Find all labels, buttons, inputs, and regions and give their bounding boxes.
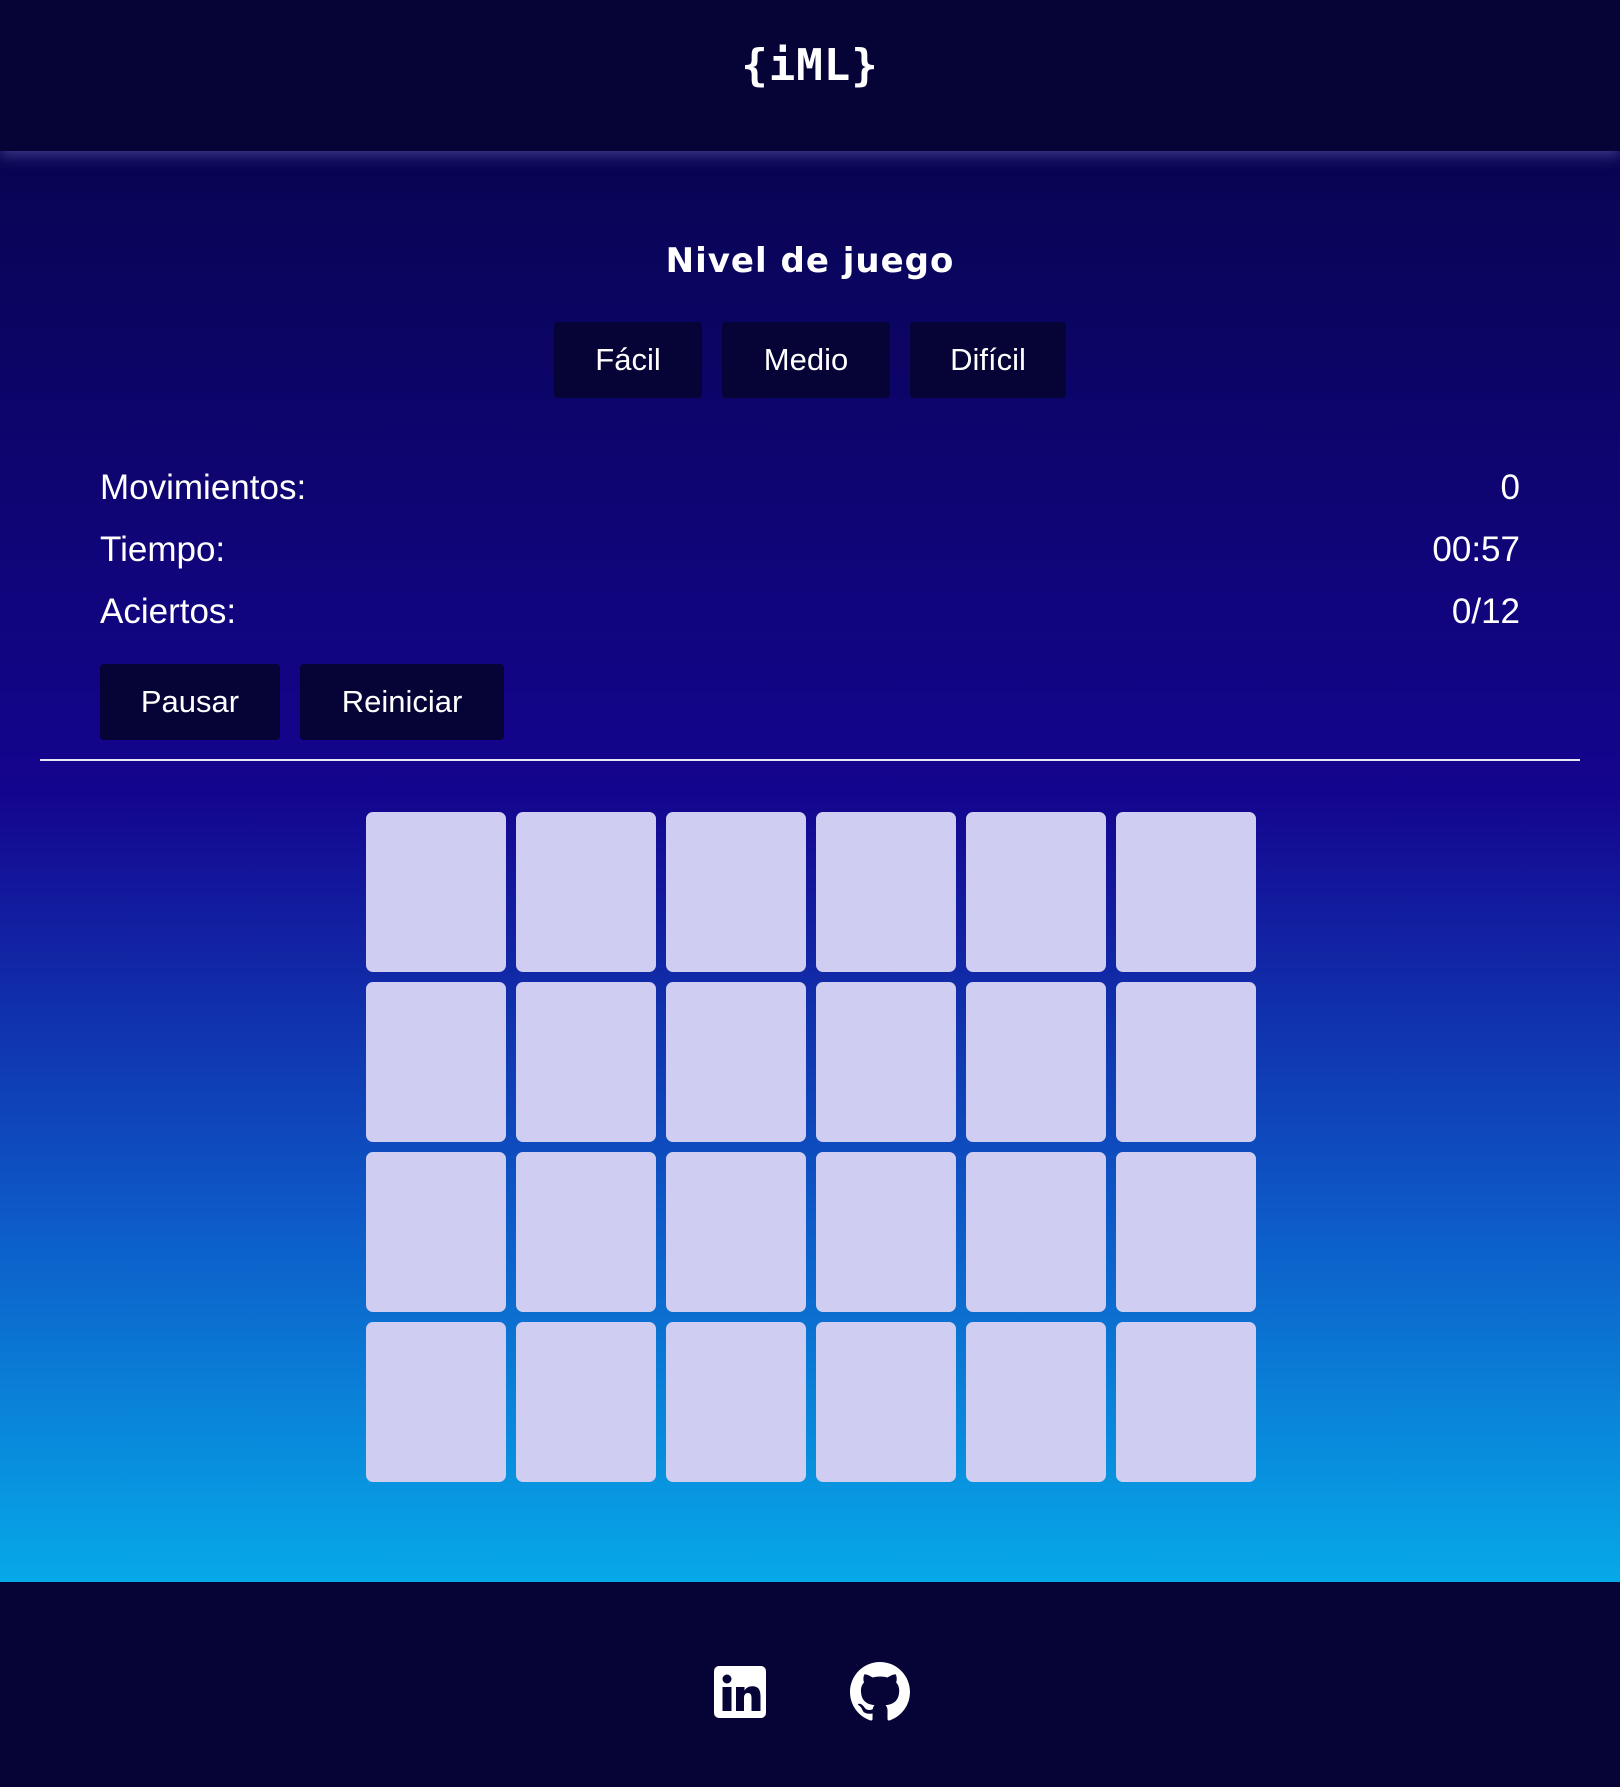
- memory-card[interactable]: [366, 982, 506, 1142]
- site-logo[interactable]: {iML}: [0, 40, 1620, 91]
- github-icon: [850, 1662, 910, 1721]
- restart-button[interactable]: Reiniciar: [300, 664, 504, 740]
- memory-card[interactable]: [816, 1152, 956, 1312]
- site-footer: [0, 1582, 1620, 1787]
- memory-card[interactable]: [816, 812, 956, 972]
- memory-card[interactable]: [516, 982, 656, 1142]
- divider: [40, 759, 1580, 761]
- memory-card[interactable]: [1116, 1322, 1256, 1482]
- memory-card[interactable]: [516, 812, 656, 972]
- moves-value: 0: [1500, 468, 1520, 507]
- card-board: [366, 812, 1256, 1482]
- time-value: 00:57: [1432, 530, 1520, 569]
- site-header: {iML}: [0, 0, 1620, 151]
- memory-card[interactable]: [816, 982, 956, 1142]
- memory-card[interactable]: [816, 1322, 956, 1482]
- hits-label: Aciertos:: [100, 592, 237, 631]
- memory-card[interactable]: [366, 1322, 506, 1482]
- memory-card[interactable]: [666, 982, 806, 1142]
- memory-card[interactable]: [666, 812, 806, 972]
- memory-card[interactable]: [366, 812, 506, 972]
- memory-card[interactable]: [666, 1322, 806, 1482]
- linkedin-link[interactable]: [710, 1662, 770, 1722]
- hits-value: 0/12: [1451, 592, 1520, 631]
- memory-card[interactable]: [966, 812, 1106, 972]
- memory-card[interactable]: [516, 1322, 656, 1482]
- memory-card[interactable]: [966, 1152, 1106, 1312]
- pause-button[interactable]: Pausar: [100, 664, 280, 740]
- level-title: Nivel de juego: [665, 241, 955, 281]
- game-area: Nivel de juego Fácil Medio Difícil Movim…: [0, 151, 1620, 1582]
- level-easy-button[interactable]: Fácil: [554, 322, 702, 398]
- level-medium-button[interactable]: Medio: [722, 322, 890, 398]
- level-hard-button[interactable]: Difícil: [910, 322, 1066, 398]
- memory-card[interactable]: [1116, 982, 1256, 1142]
- linkedin-icon: [714, 1666, 766, 1718]
- memory-card[interactable]: [1116, 1152, 1256, 1312]
- memory-card[interactable]: [666, 1152, 806, 1312]
- memory-card[interactable]: [366, 1152, 506, 1312]
- github-link[interactable]: [850, 1662, 910, 1722]
- memory-card[interactable]: [966, 1322, 1106, 1482]
- moves-label: Movimientos:: [100, 468, 307, 507]
- memory-card[interactable]: [1116, 812, 1256, 972]
- memory-card[interactable]: [516, 1152, 656, 1312]
- time-label: Tiempo:: [100, 530, 226, 569]
- memory-card[interactable]: [966, 982, 1106, 1142]
